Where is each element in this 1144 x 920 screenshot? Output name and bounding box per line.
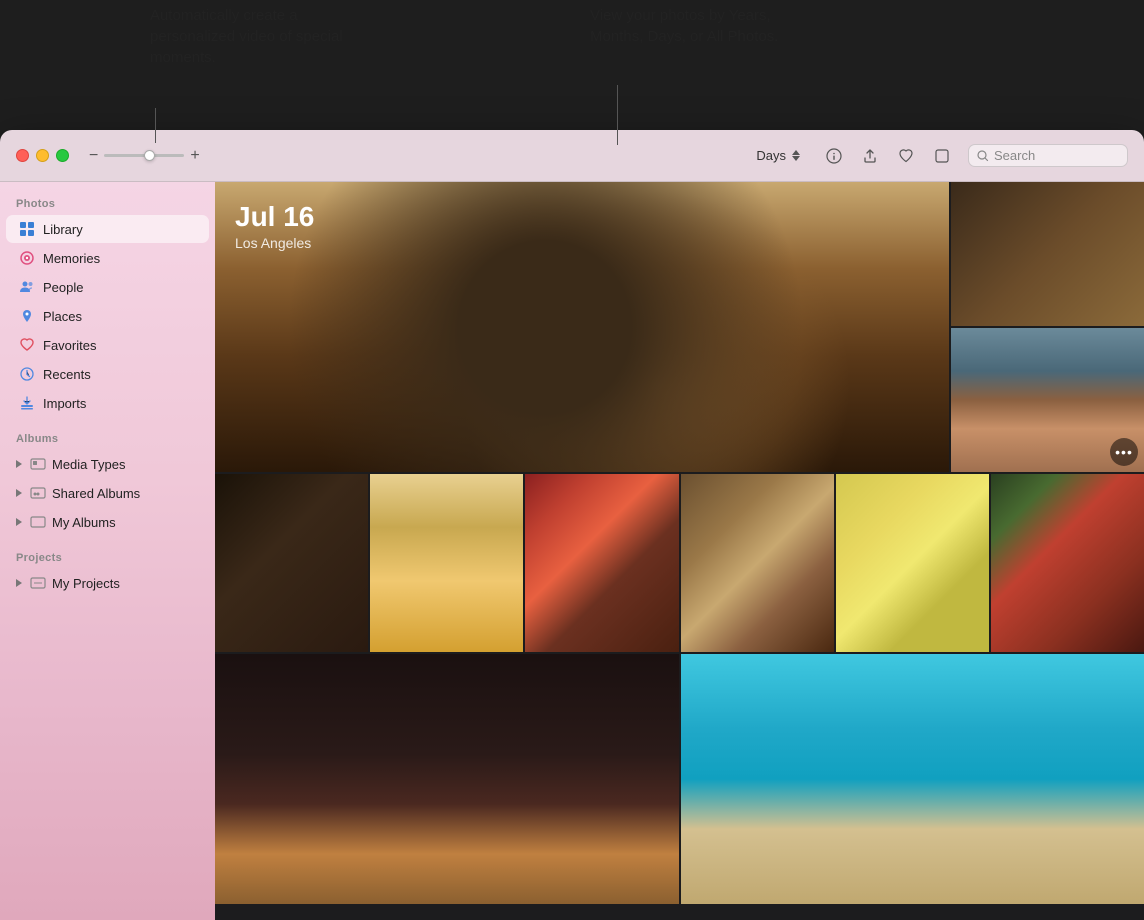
recents-icon bbox=[18, 365, 36, 383]
tooltip-right: View your photos by Years, Months, Days,… bbox=[590, 5, 810, 47]
sidebar-item-imports-label: Imports bbox=[43, 396, 86, 411]
sidebar-item-recents-label: Recents bbox=[43, 367, 91, 382]
view-arrows bbox=[792, 150, 800, 161]
main-content: Photos Library bbox=[0, 182, 1144, 920]
zoom-in-button[interactable]: + bbox=[190, 147, 199, 165]
chevron-right-projects-icon bbox=[16, 579, 22, 587]
sidebar-item-shared-albums-label: Shared Albums bbox=[52, 486, 140, 501]
my-albums-icon bbox=[29, 513, 47, 531]
sidebar-item-places-label: Places bbox=[43, 309, 82, 324]
sidebar-item-library-label: Library bbox=[43, 222, 83, 237]
grid-photo-3[interactable] bbox=[525, 474, 678, 652]
side-photo-1[interactable] bbox=[951, 182, 1144, 326]
zoom-control: − + bbox=[89, 147, 200, 165]
sidebar-item-my-albums-label: My Albums bbox=[52, 515, 116, 530]
view-mode-label: Days bbox=[756, 148, 786, 163]
media-types-icon bbox=[29, 455, 47, 473]
memories-icon bbox=[18, 249, 36, 267]
sidebar-item-favorites-label: Favorites bbox=[43, 338, 96, 353]
sidebar-item-favorites[interactable]: Favorites bbox=[6, 331, 209, 359]
zoom-slider[interactable] bbox=[104, 154, 184, 157]
library-icon bbox=[18, 220, 36, 238]
toolbar: − + Days bbox=[0, 130, 1144, 182]
search-icon bbox=[977, 150, 989, 162]
sidebar-item-library[interactable]: Library bbox=[6, 215, 209, 243]
people-icon bbox=[18, 278, 36, 296]
grid-photo-2[interactable] bbox=[370, 474, 523, 652]
search-label: Search bbox=[994, 148, 1035, 163]
sidebar-item-my-projects-label: My Projects bbox=[52, 576, 120, 591]
info-button[interactable] bbox=[819, 141, 849, 171]
side-photos: ••• bbox=[951, 182, 1144, 472]
view-selector[interactable]: Days bbox=[756, 148, 800, 163]
zoom-out-button[interactable]: − bbox=[89, 147, 98, 165]
sidebar-item-imports[interactable]: Imports bbox=[6, 389, 209, 417]
imports-icon bbox=[18, 394, 36, 412]
sidebar: Photos Library bbox=[0, 182, 215, 920]
sidebar-item-shared-albums[interactable]: Shared Albums bbox=[6, 479, 209, 507]
more-dots-icon: ••• bbox=[1115, 444, 1133, 460]
sidebar-item-memories-label: Memories bbox=[43, 251, 100, 266]
zoom-thumb[interactable] bbox=[144, 150, 155, 161]
fullscreen-button[interactable] bbox=[56, 149, 69, 162]
my-projects-icon bbox=[29, 574, 47, 592]
search-box[interactable]: Search bbox=[968, 144, 1128, 167]
date-title: Jul 16 bbox=[235, 202, 314, 233]
projects-section-label: Projects bbox=[0, 544, 215, 568]
side-photo-2[interactable]: ••• bbox=[951, 328, 1144, 472]
sidebar-item-places[interactable]: Places bbox=[6, 302, 209, 330]
main-photo[interactable] bbox=[215, 182, 949, 472]
sidebar-item-people-label: People bbox=[43, 280, 83, 295]
tooltip-right-text: View your photos by Years, Months, Days,… bbox=[590, 7, 778, 45]
view-up-arrow bbox=[792, 150, 800, 155]
large-photo-1[interactable] bbox=[215, 654, 679, 904]
chevron-right-my-icon bbox=[16, 518, 22, 526]
sidebar-item-recents[interactable]: Recents bbox=[6, 360, 209, 388]
grid-photo-5[interactable] bbox=[836, 474, 989, 652]
photo-row-2 bbox=[215, 474, 1144, 652]
grid-photo-6[interactable] bbox=[991, 474, 1144, 652]
tooltip-left-text: Automatically create a personalized vide… bbox=[150, 7, 343, 66]
main-window: − + Days bbox=[0, 130, 1144, 920]
albums-section-label: Albums bbox=[0, 425, 215, 449]
date-header: Jul 16 Los Angeles bbox=[235, 202, 314, 251]
shared-albums-icon bbox=[29, 484, 47, 502]
view-down-arrow bbox=[792, 156, 800, 161]
sidebar-item-my-albums[interactable]: My Albums bbox=[6, 508, 209, 536]
chevron-right-shared-icon bbox=[16, 489, 22, 497]
large-photo-2[interactable] bbox=[681, 654, 1144, 904]
sidebar-item-memories[interactable]: Memories bbox=[6, 244, 209, 272]
favorites-icon bbox=[18, 336, 36, 354]
grid-photo-4[interactable] bbox=[681, 474, 834, 652]
date-location: Los Angeles bbox=[235, 235, 314, 251]
traffic-lights bbox=[16, 149, 69, 162]
minimize-button[interactable] bbox=[36, 149, 49, 162]
share-button[interactable] bbox=[855, 141, 885, 171]
grid-photo-1[interactable] bbox=[215, 474, 368, 652]
photos-section-label: Photos bbox=[0, 190, 215, 214]
tooltip-overlay: Automatically create a personalized vide… bbox=[0, 0, 1144, 130]
close-button[interactable] bbox=[16, 149, 29, 162]
more-button[interactable]: ••• bbox=[1110, 438, 1138, 466]
places-icon bbox=[18, 307, 36, 325]
photo-grid: ••• bbox=[215, 182, 1144, 920]
photo-row-3 bbox=[215, 654, 1144, 904]
sidebar-item-my-projects[interactable]: My Projects bbox=[6, 569, 209, 597]
tooltip-left: Automatically create a personalized vide… bbox=[150, 5, 380, 68]
photo-area[interactable]: Jul 16 Los Angeles ••• bbox=[215, 182, 1144, 920]
main-photo-bg bbox=[215, 182, 949, 472]
favorite-button[interactable] bbox=[891, 141, 921, 171]
sidebar-item-people[interactable]: People bbox=[6, 273, 209, 301]
sidebar-item-media-types-label: Media Types bbox=[52, 457, 125, 472]
sidebar-item-media-types[interactable]: Media Types bbox=[6, 450, 209, 478]
rotate-button[interactable] bbox=[927, 141, 957, 171]
chevron-right-icon bbox=[16, 460, 22, 468]
photo-row-1: ••• bbox=[215, 182, 1144, 472]
